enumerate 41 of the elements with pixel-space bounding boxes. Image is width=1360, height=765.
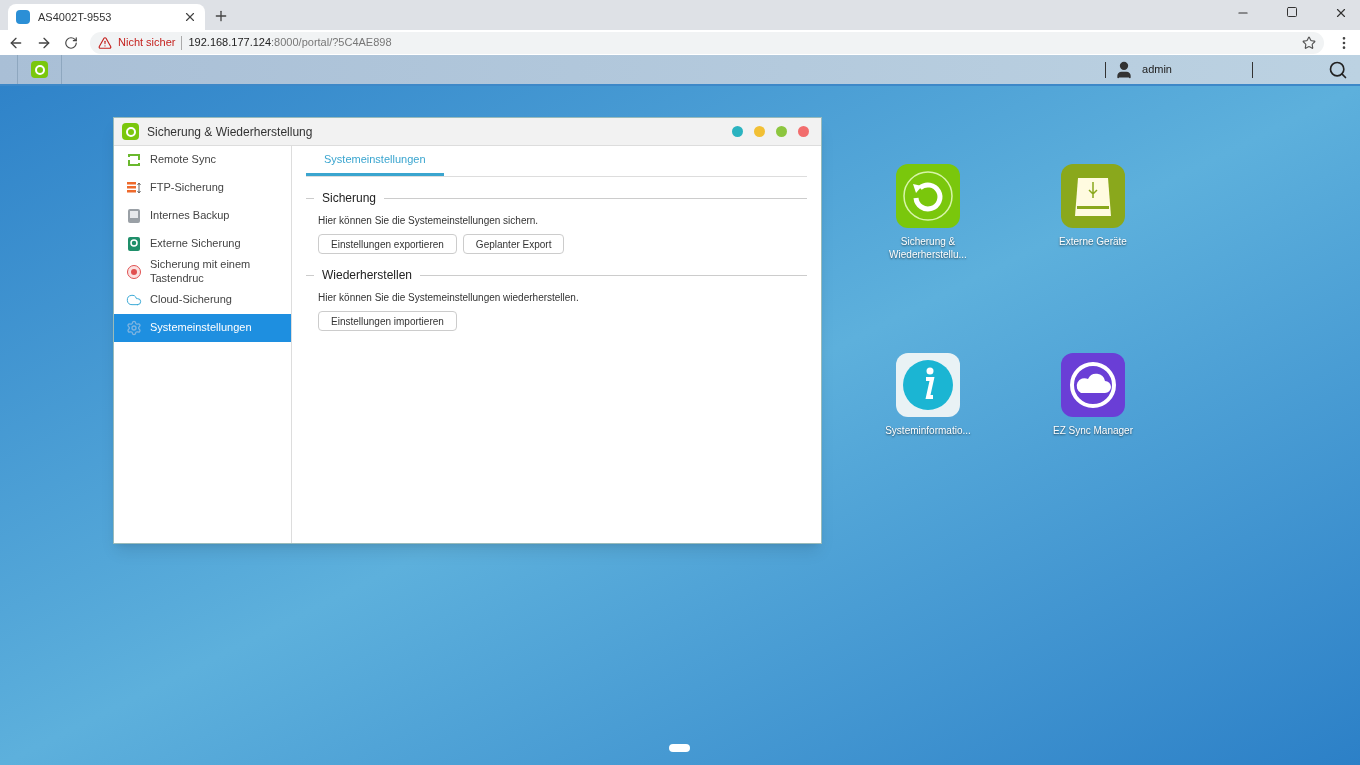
maximize-icon[interactable] [1286, 6, 1298, 18]
sidebar-item[interactable]: Cloud-Sicherung [114, 286, 291, 314]
settings-icon [126, 320, 142, 336]
action-button[interactable]: Einstellungen exportieren [318, 234, 457, 254]
close-icon[interactable] [1334, 6, 1348, 20]
site-icon [16, 10, 30, 24]
section-title: Wiederherstellen [322, 267, 413, 284]
username[interactable]: admin [1142, 61, 1172, 78]
reload-icon[interactable] [64, 35, 78, 50]
action-button[interactable]: Geplanter Export [462, 234, 565, 254]
sync-icon [126, 152, 142, 168]
address-bar[interactable]: Nicht sicher 192.168.177.124:8000/portal/?5C4AE898 [90, 31, 1324, 54]
section-description: Hier können Sie die Systemeinstellungen wiederherstellen. [318, 291, 580, 305]
sidebar-item[interactable]: FTP-Sicherung [114, 174, 291, 202]
close-icon[interactable] [183, 10, 197, 24]
sidebar-item[interactable]: Sicherung mit einem Tastendruc [114, 258, 291, 286]
record-icon [126, 264, 142, 280]
sidebar-item[interactable]: Internes Backup [114, 202, 291, 230]
warning-icon [98, 35, 112, 50]
cloud-icon [126, 292, 142, 308]
section-description: Hier können Sie die Systemeinstellungen sichern. [318, 214, 540, 228]
tab-title: AS4002T-9553 [38, 9, 113, 25]
url-text: 192.168.177.124:8000/portal/?5C4AE898 [188, 35, 392, 51]
backup-app-icon[interactable] [896, 164, 960, 228]
action-button[interactable]: Einstellungen importieren [318, 311, 457, 331]
sidebar-item[interactable]: Remote Sync [114, 146, 291, 174]
drive-icon [126, 208, 142, 224]
cloud-sync-app-icon[interactable] [1061, 353, 1125, 417]
window-title: Sicherung & Wiederherstellung [147, 123, 314, 141]
drive-icon [126, 236, 142, 252]
browser-tab[interactable]: AS4002T-9553 [8, 4, 205, 30]
section-title: Sicherung [322, 190, 377, 207]
sidebar-item[interactable]: Externe Sicherung [114, 230, 291, 258]
dock-handle[interactable] [669, 744, 690, 752]
app-icon [122, 123, 139, 140]
usb-drive-app-icon[interactable] [1061, 164, 1125, 228]
new-tab-icon[interactable] [213, 8, 229, 24]
bookmark-icon[interactable] [1302, 35, 1316, 50]
security-label: Nicht sicher [118, 35, 176, 51]
search-icon[interactable] [1328, 59, 1348, 80]
server-icon [126, 180, 142, 196]
